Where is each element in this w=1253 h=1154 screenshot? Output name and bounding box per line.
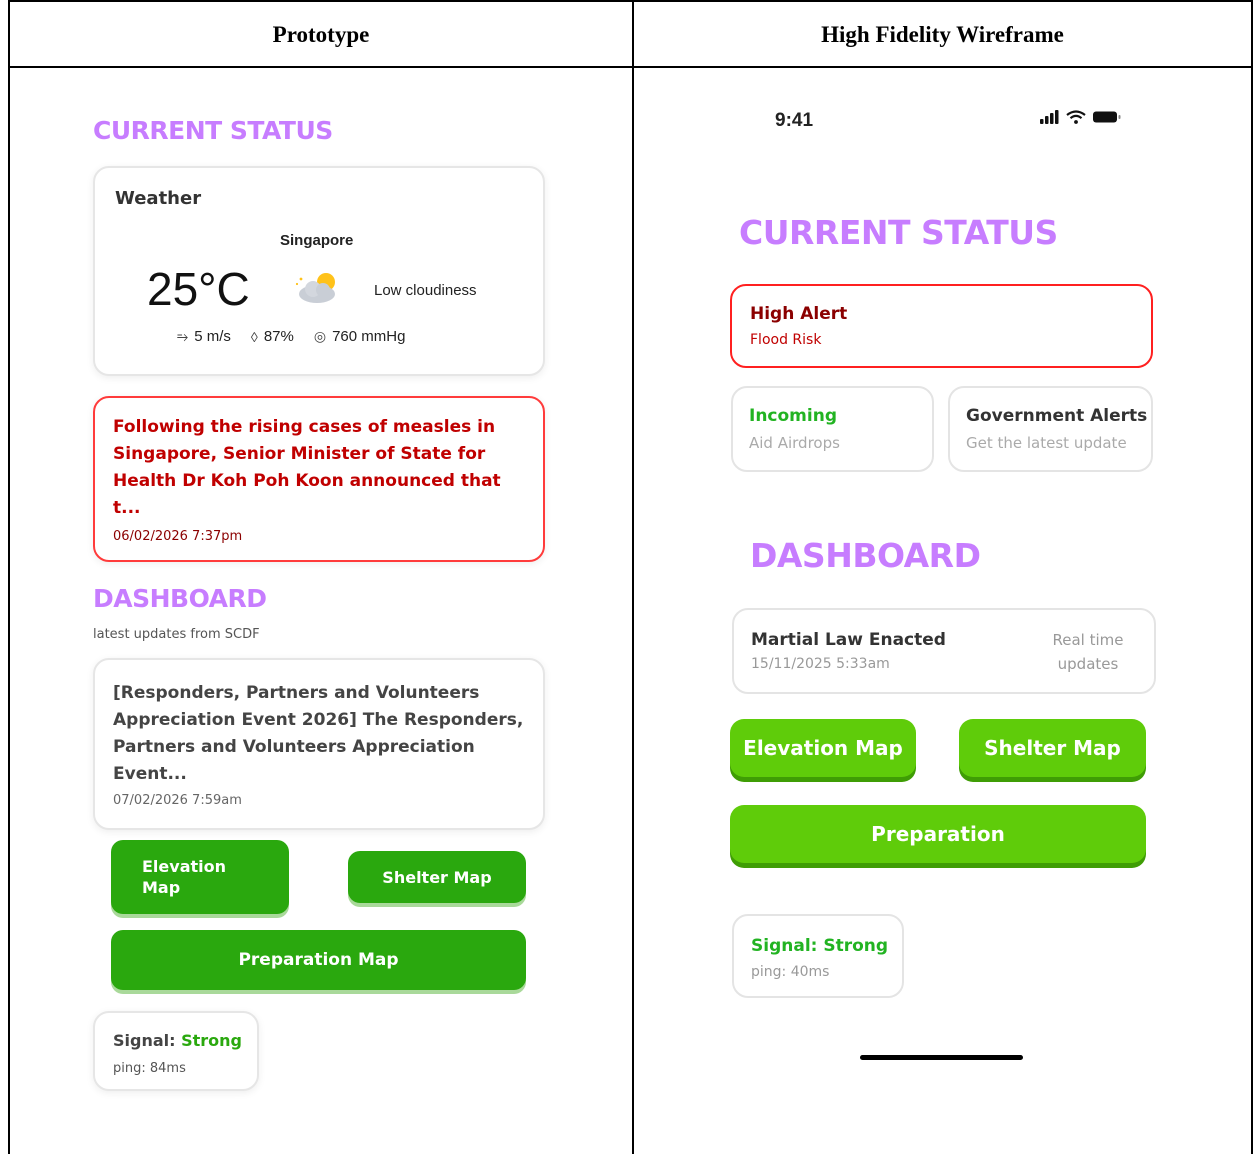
humidity-stat: ◊ 87%: [251, 328, 294, 345]
government-alerts-title: Government Alerts: [966, 406, 1148, 426]
high-alert-title: High Alert: [750, 304, 848, 324]
weather-temperature: 25°C: [147, 263, 250, 315]
wind-value: 5 m/s: [194, 328, 231, 345]
wifi-icon: [1066, 110, 1086, 124]
weather-label: Weather: [115, 188, 202, 209]
wireframe-screen: 9:41 CURRENT STATUS High Alert Flood Ris…: [634, 68, 1251, 1154]
shelter-map-label: Shelter Map: [984, 736, 1121, 760]
pressure-stat: ◎ 760 mmHg: [314, 328, 406, 345]
elevation-map-button[interactable]: Elevation Map: [111, 840, 289, 914]
incoming-subtitle: Aid Airdrops: [749, 434, 840, 452]
martial-law-card[interactable]: Martial Law Enacted 15/11/2025 5:33am Re…: [732, 608, 1156, 694]
elevation-map-label: Elevation Map: [142, 856, 226, 898]
news-alert-card[interactable]: Following the rising cases of measles in…: [93, 396, 545, 562]
news-alert-date: 06/02/2026 7:37pm: [113, 529, 243, 544]
signal-status: Signal: Strong: [113, 1031, 242, 1050]
preparation-label: Preparation: [871, 822, 1005, 846]
signal-value: Strong: [181, 1031, 243, 1050]
weather-city: Singapore: [280, 232, 354, 249]
humidity-value: 87%: [263, 328, 294, 345]
signal-ping: ping: 40ms: [751, 964, 830, 980]
status-bar-time: 9:41: [775, 110, 814, 131]
current-status-title: CURRENT STATUS: [739, 213, 1058, 252]
partly-cloudy-icon: [295, 273, 335, 303]
battery-icon: [1093, 111, 1121, 123]
dashboard-subtitle: latest updates from SCDF: [93, 627, 260, 642]
wind-icon: ⥱: [177, 328, 189, 344]
column-header-prototype: Prototype: [272, 22, 370, 47]
column-header-wireframe: High Fidelity Wireframe: [821, 22, 1064, 47]
realtime-updates-label: Real time updates: [1052, 631, 1124, 673]
prototype-screen: CURRENT STATUS Weather Singapore 25°C Lo…: [10, 68, 632, 1154]
high-alert-card[interactable]: High Alert Flood Risk: [730, 284, 1153, 368]
dashboard-title: DASHBOARD: [93, 584, 267, 613]
martial-law-date: 15/11/2025 5:33am: [751, 656, 890, 672]
high-alert-subtitle: Flood Risk: [750, 332, 822, 348]
scdf-update-date: 07/02/2026 7:59am: [113, 793, 242, 808]
dashboard-title: DASHBOARD: [750, 536, 981, 575]
news-alert-text: Following the rising cases of measles in…: [113, 417, 501, 518]
home-indicator[interactable]: [860, 1055, 1023, 1060]
elevation-map-label-line2: Map: [142, 878, 181, 897]
scdf-update-text: [Responders, Partners and Volunteers App…: [113, 683, 524, 784]
shelter-map-label: Shelter Map: [382, 867, 492, 887]
shelter-map-button[interactable]: Shelter Map: [959, 719, 1146, 777]
elevation-map-label-line1: Elevation: [142, 857, 227, 876]
signal-status: Signal: Strong: [751, 936, 889, 956]
scdf-update-card[interactable]: [Responders, Partners and Volunteers App…: [93, 658, 545, 830]
droplet-icon: ◊: [250, 328, 258, 345]
martial-law-title: Martial Law Enacted: [751, 630, 946, 650]
elevation-map-label: Elevation Map: [743, 736, 903, 760]
signal-ping: ping: 84ms: [113, 1061, 186, 1076]
preparation-map-button[interactable]: Preparation Map: [111, 930, 526, 990]
shelter-map-button[interactable]: Shelter Map: [348, 851, 526, 903]
incoming-card[interactable]: Incoming Aid Airdrops: [731, 386, 934, 472]
gauge-icon: ◎: [313, 328, 327, 344]
signal-card: Signal: Strong ping: 40ms: [732, 914, 904, 998]
incoming-title: Incoming: [749, 406, 837, 426]
current-status-title: CURRENT STATUS: [93, 116, 333, 145]
signal-bars-icon: [1040, 110, 1059, 124]
preparation-button[interactable]: Preparation: [730, 805, 1146, 863]
status-bar-icons: [1040, 110, 1122, 124]
weather-card[interactable]: Weather Singapore 25°C Low cloudiness ⥱ …: [93, 166, 545, 376]
elevation-map-button[interactable]: Elevation Map: [730, 719, 916, 777]
wind-stat: ⥱ 5 m/s: [177, 328, 231, 345]
preparation-map-label: Preparation Map: [238, 950, 399, 970]
government-alerts-card[interactable]: Government Alerts Get the latest update: [948, 386, 1153, 472]
pressure-value: 760 mmHg: [332, 328, 406, 345]
weather-condition: Low cloudiness: [374, 282, 477, 299]
signal-card: Signal: Strong ping: 84ms: [93, 1011, 259, 1091]
signal-label: Signal:: [113, 1031, 182, 1050]
weather-stats: ⥱ 5 m/s ◊ 87% ◎ 760 mmHg: [177, 328, 405, 345]
government-alerts-subtitle: Get the latest update: [966, 434, 1127, 452]
